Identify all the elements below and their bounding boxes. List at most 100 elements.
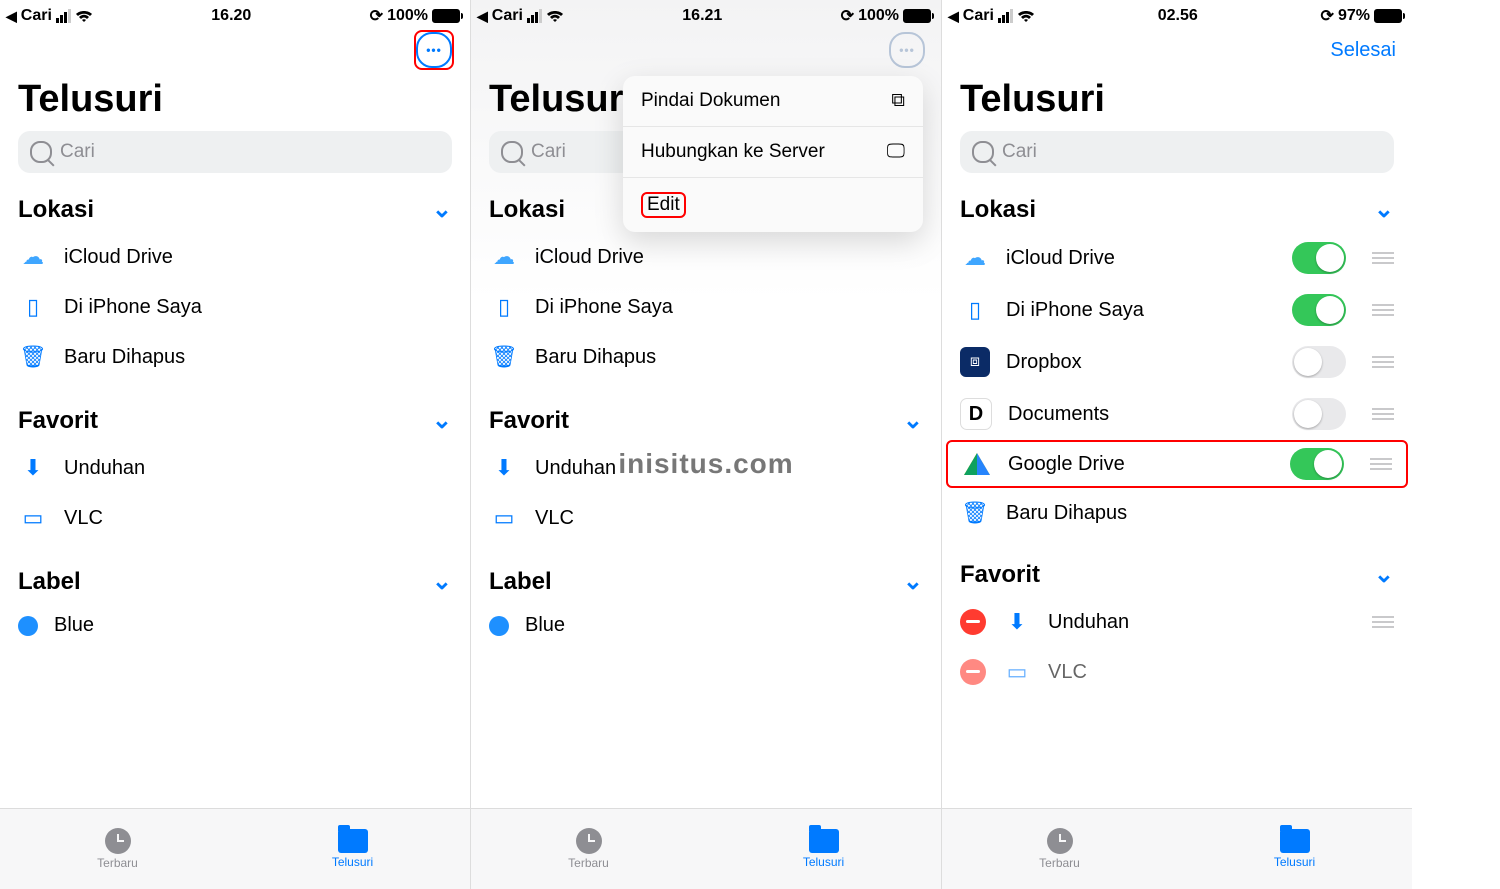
- search-icon: [30, 141, 52, 163]
- toggle-iphone[interactable]: [1292, 294, 1346, 326]
- drag-handle-icon[interactable]: [1372, 252, 1394, 264]
- row-icloud[interactable]: ☁iCloud Drive: [471, 232, 941, 282]
- wifi-icon: [546, 9, 564, 23]
- row-vlc-edit: ▭VLC: [942, 647, 1412, 697]
- remove-button[interactable]: [960, 609, 986, 635]
- status-bar: ◀ Cari 16.21 ⟳ 100%: [471, 0, 941, 28]
- more-menu: Pindai Dokumen⧉ Hubungkan ke Server🖵 Edi…: [623, 76, 923, 232]
- download-icon: ⬇: [1002, 607, 1032, 637]
- section-favorit[interactable]: Favorit ⌄: [0, 402, 470, 443]
- search-placeholder: Cari: [60, 141, 95, 163]
- highlight-edit: Edit: [641, 192, 686, 218]
- watermark: inisitus.com: [618, 448, 793, 480]
- cloud-icon: ☁: [489, 242, 519, 272]
- wifi-icon: [75, 9, 93, 23]
- back-app-label[interactable]: Cari: [21, 7, 52, 25]
- section-label[interactable]: Label ⌄: [0, 563, 470, 604]
- battery-icon: [903, 9, 931, 23]
- row-vlc[interactable]: ▭VLC: [0, 493, 470, 543]
- status-bar: ◀ Cari 02.56 ⟳ 97%: [942, 0, 1412, 28]
- signal-icon: [527, 9, 542, 23]
- toggle-icloud[interactable]: [1292, 242, 1346, 274]
- done-button[interactable]: Selesai: [1330, 39, 1396, 62]
- row-iphone: ▯Di iPhone Saya: [942, 284, 1412, 336]
- drag-handle-icon[interactable]: [1372, 304, 1394, 316]
- toggle-gdrive[interactable]: [1290, 448, 1344, 480]
- clock: 16.21: [682, 7, 722, 25]
- section-lokasi[interactable]: Lokasi ⌄: [0, 191, 470, 232]
- menu-connect[interactable]: Hubungkan ke Server🖵: [623, 127, 923, 178]
- row-unduhan[interactable]: ⬇Unduhan: [0, 443, 470, 493]
- chevron-down-icon: ⌄: [903, 406, 923, 435]
- battery-icon: [1374, 9, 1402, 23]
- highlight-more-button: •••: [414, 30, 454, 70]
- chevron-down-icon: ⌄: [1374, 195, 1394, 224]
- battery-icon: [432, 9, 460, 23]
- tab-recent[interactable]: Terbaru: [0, 809, 235, 889]
- folder-icon: [338, 829, 368, 853]
- tab-browse[interactable]: Telusuri: [1177, 809, 1412, 889]
- folder-icon: [809, 829, 839, 853]
- search-input[interactable]: Cari: [18, 131, 452, 173]
- more-button[interactable]: •••: [889, 32, 925, 68]
- screen-1: ◀ Cari 16.20 ⟳ 100% ••• Telusuri Cari Lo…: [0, 0, 471, 889]
- back-chevron-icon[interactable]: ◀: [948, 8, 959, 25]
- download-icon: ⬇: [18, 453, 48, 483]
- drag-handle-icon[interactable]: [1372, 616, 1394, 628]
- row-iphone[interactable]: ▯Di iPhone Saya: [471, 282, 941, 332]
- row-label-blue[interactable]: Blue: [0, 604, 470, 647]
- drag-handle-icon[interactable]: [1372, 408, 1394, 420]
- drag-handle-icon[interactable]: [1370, 458, 1392, 470]
- trash-icon: 🗑: [489, 342, 519, 372]
- toggle-documents[interactable]: [1292, 398, 1346, 430]
- section-favorit[interactable]: Favorit⌄: [942, 556, 1412, 597]
- section-favorit[interactable]: Favorit⌄: [471, 402, 941, 443]
- menu-edit[interactable]: Edit: [623, 178, 923, 232]
- orientation-lock-icon: ⟳: [1321, 6, 1334, 26]
- chevron-down-icon: ⌄: [1374, 560, 1394, 589]
- tab-browse[interactable]: Telusuri: [235, 809, 470, 889]
- download-icon: ⬇: [489, 453, 519, 483]
- row-trash[interactable]: 🗑Baru Dihapus: [0, 332, 470, 382]
- clock: 16.20: [211, 7, 251, 25]
- row-label-blue[interactable]: Blue: [471, 604, 941, 647]
- toggle-dropbox[interactable]: [1292, 346, 1346, 378]
- menu-scan[interactable]: Pindai Dokumen⧉: [623, 76, 923, 127]
- page-title: Telusuri: [942, 72, 1412, 131]
- row-gdrive: Google Drive: [946, 440, 1408, 488]
- back-chevron-icon[interactable]: ◀: [477, 8, 488, 25]
- search-icon: [972, 141, 994, 163]
- orientation-lock-icon: ⟳: [370, 6, 383, 26]
- drag-handle-icon[interactable]: [1372, 356, 1394, 368]
- remove-button[interactable]: [960, 659, 986, 685]
- more-button[interactable]: •••: [416, 32, 452, 68]
- row-iphone[interactable]: ▯Di iPhone Saya: [0, 282, 470, 332]
- section-label[interactable]: Label⌄: [471, 563, 941, 604]
- blue-dot-icon: [18, 616, 38, 636]
- battery-percent: 97%: [1338, 7, 1370, 25]
- row-trash[interactable]: 🗑Baru Dihapus: [942, 488, 1412, 538]
- tabbar: Terbaru Telusuri: [471, 808, 941, 889]
- phone-icon: ▯: [960, 295, 990, 325]
- chevron-down-icon: ⌄: [432, 567, 452, 596]
- trash-icon: 🗑: [18, 342, 48, 372]
- row-trash[interactable]: 🗑Baru Dihapus: [471, 332, 941, 382]
- search-input[interactable]: Cari: [960, 131, 1394, 173]
- tab-browse[interactable]: Telusuri: [706, 809, 941, 889]
- tab-recent[interactable]: Terbaru: [942, 809, 1177, 889]
- screen-3: ◀ Cari 02.56 ⟳ 97% Selesai Telusuri Cari…: [942, 0, 1412, 889]
- signal-icon: [56, 9, 71, 23]
- clock: 02.56: [1158, 7, 1198, 25]
- dropbox-icon: ⧈: [960, 347, 990, 377]
- row-icloud: ☁iCloud Drive: [942, 232, 1412, 284]
- tab-recent[interactable]: Terbaru: [471, 809, 706, 889]
- back-chevron-icon[interactable]: ◀: [6, 8, 17, 25]
- row-icloud[interactable]: ☁iCloud Drive: [0, 232, 470, 282]
- section-lokasi[interactable]: Lokasi⌄: [942, 191, 1412, 232]
- clock-icon: [105, 828, 131, 854]
- chevron-down-icon: ⌄: [432, 195, 452, 224]
- wifi-icon: [1017, 9, 1035, 23]
- battery-percent: 100%: [858, 7, 899, 25]
- row-vlc[interactable]: ▭VLC: [471, 493, 941, 543]
- screen-2: ◀ Cari 16.21 ⟳ 100% ••• Telusuri Cari Lo…: [471, 0, 942, 889]
